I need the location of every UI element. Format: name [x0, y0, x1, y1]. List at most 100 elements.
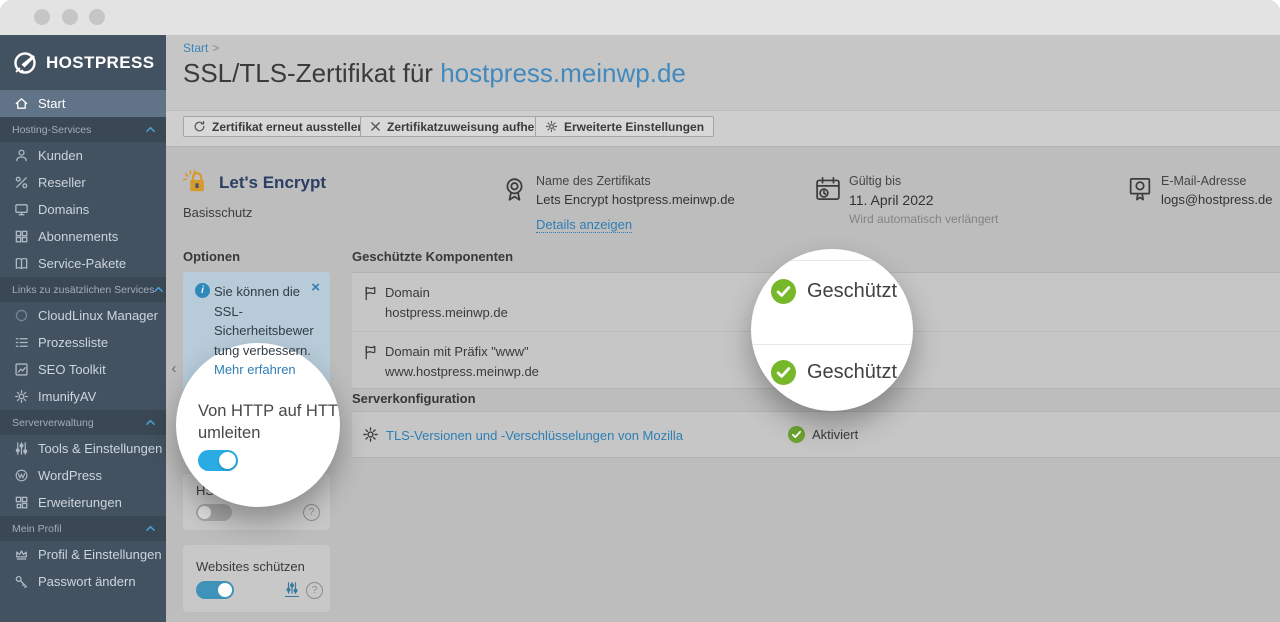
components-title: Geschützte Komponenten [352, 249, 513, 264]
sidebar-section-label: Serververwaltung [12, 417, 94, 429]
sidebar-item-start[interactable]: Start [0, 90, 166, 117]
button-label: Erweiterte Einstellungen [564, 120, 704, 134]
redirect-toggle-on[interactable] [198, 450, 238, 471]
window-control-dot-3[interactable] [89, 9, 105, 25]
chevron-up-icon [146, 126, 155, 133]
breadcrumb-link-start[interactable]: Start [183, 41, 208, 55]
validity-block: Gültig bis 11. April 2022 Wird automatis… [814, 174, 998, 226]
protect-websites-toggle-on[interactable] [196, 581, 234, 599]
page-title-text: SSL/TLS-Zertifikat für [183, 58, 440, 88]
sidebar-item-cloudlinux[interactable]: CloudLinux Manager [0, 302, 166, 329]
sidebar-item-reseller[interactable]: Reseller [0, 169, 166, 196]
sidebar-section-label: Links zu zusätzlichen Services [12, 284, 154, 296]
tls-status-text: Aktiviert [812, 427, 858, 442]
chart-icon [14, 362, 29, 377]
monitor-icon [14, 202, 29, 217]
hsts-toggle-off[interactable] [196, 504, 232, 521]
sidebar-item-label: Tools & Einstellungen [38, 441, 162, 456]
sidebar-section-mein-profil[interactable]: Mein Profil [0, 516, 166, 541]
app-window: HOSTPRESS Start Hosting-Services Kunden … [0, 0, 1280, 622]
auto-renew-note: Wird automatisch verlängert [849, 212, 998, 226]
status-text: Geschützt [807, 361, 897, 384]
percent-icon [14, 175, 29, 190]
protect-websites-card: Websites schützen ? [183, 545, 330, 612]
protect-websites-help-icon[interactable]: ? [306, 582, 323, 599]
server-config-row: TLS-Versionen und -Verschlüsselungen von… [352, 411, 1280, 458]
tls-settings-link[interactable]: TLS-Versionen und -Verschlüsselungen von… [386, 428, 683, 443]
sidebar-item-imunifyav[interactable]: ImunifyAV [0, 383, 166, 410]
sidebar-item-tools-einstellungen[interactable]: Tools & Einstellungen [0, 435, 166, 462]
sidebar-item-seo-toolkit[interactable]: SEO Toolkit [0, 356, 166, 383]
sidebar-item-prozessliste[interactable]: Prozessliste [0, 329, 166, 356]
chevron-up-icon [154, 286, 163, 293]
advanced-settings-button[interactable]: Erweiterte Einstellungen [535, 116, 714, 137]
sliders-icon [14, 441, 29, 456]
status-row-2: Geschützt [771, 360, 897, 385]
flag-icon [362, 285, 379, 302]
sidebar-item-label: Service-Pakete [38, 256, 126, 271]
check-circle-icon [771, 360, 796, 385]
user-icon [14, 148, 29, 163]
server-config-title: Serverkonfiguration [352, 391, 476, 406]
certificate-badge-icon [1126, 175, 1154, 203]
sidebar-item-abonnements[interactable]: Abonnements [0, 223, 166, 250]
logo-text: HOSTPRESS [46, 53, 154, 73]
cloudlinux-icon [14, 308, 29, 323]
breadcrumb-separator: > [212, 41, 219, 55]
sidebar-item-label: Erweiterungen [38, 495, 122, 510]
sidebar-item-passwort-aendern[interactable]: Passwort ändern [0, 568, 166, 595]
sidebar-item-wordpress[interactable]: WordPress [0, 462, 166, 489]
sidebar: HOSTPRESS Start Hosting-Services Kunden … [0, 35, 166, 622]
hsts-help-icon[interactable]: ? [303, 504, 320, 521]
info-icon: i [195, 283, 210, 298]
sidebar-item-profil-einstellungen[interactable]: Profil & Einstellungen [0, 541, 166, 568]
refresh-icon [193, 120, 206, 133]
sidebar-collapse-handle[interactable]: ‹ [166, 358, 182, 380]
rosette-icon [500, 175, 529, 204]
certificate-plan: Basisschutz [183, 205, 252, 220]
window-control-dot-1[interactable] [34, 9, 50, 25]
sidebar-section-serververwaltung[interactable]: Serververwaltung [0, 410, 166, 435]
email-label: E-Mail-Adresse [1161, 174, 1272, 188]
component-label: Domain [385, 285, 430, 300]
sidebar-item-service-pakete[interactable]: Service-Pakete [0, 250, 166, 277]
lets-encrypt-brand: Let's Encrypt [183, 169, 326, 196]
sidebar-item-label: Profil & Einstellungen [38, 547, 162, 562]
gear-icon [545, 120, 558, 133]
valid-until-label: Gültig bis [849, 174, 998, 188]
learn-more-link[interactable]: Mehr erfahren [214, 362, 296, 377]
check-circle-icon [788, 426, 805, 443]
status-text: Geschützt [807, 280, 897, 303]
sidebar-item-label: ImunifyAV [38, 389, 96, 404]
sidebar-item-label: Abonnements [38, 229, 118, 244]
configure-sliders-icon[interactable] [285, 581, 299, 597]
window-control-dot-2[interactable] [62, 9, 78, 25]
details-link[interactable]: Details anzeigen [536, 217, 632, 233]
sidebar-section-hosting-services[interactable]: Hosting-Services [0, 117, 166, 142]
crown-icon [14, 547, 29, 562]
component-value: hostpress.meinwp.de [385, 305, 508, 320]
sidebar-item-label: Reseller [38, 175, 86, 190]
grid-icon [14, 229, 29, 244]
hostpress-logo[interactable]: HOSTPRESS [0, 35, 166, 90]
redirect-label: Von HTTP auf HTTPS umleiten [198, 400, 340, 444]
protect-websites-label: Websites schützen [196, 559, 305, 574]
options-title: Optionen [183, 249, 240, 264]
reissue-certificate-button[interactable]: Zertifikat erneut ausstellen [183, 116, 375, 137]
list-icon [14, 335, 29, 350]
certificate-name-label: Name des Zertifikats [536, 174, 735, 188]
calendar-clock-icon [814, 175, 842, 203]
breadcrumb: Start > [183, 41, 219, 55]
sidebar-section-links-services[interactable]: Links zu zusätzlichen Services [0, 277, 166, 302]
chevron-up-icon [146, 419, 155, 426]
sidebar-item-domains[interactable]: Domains [0, 196, 166, 223]
sidebar-item-erweiterungen[interactable]: Erweiterungen [0, 489, 166, 516]
page-title-domain: hostpress.meinwp.de [440, 58, 686, 88]
rocket-logo-icon [12, 50, 38, 76]
gear-icon [362, 426, 379, 443]
sidebar-item-kunden[interactable]: Kunden [0, 142, 166, 169]
sidebar-item-label: Prozessliste [38, 335, 108, 350]
certificate-name-block: Name des Zertifikats Lets Encrypt hostpr… [500, 174, 735, 234]
flag-icon [362, 344, 379, 361]
button-label: Zertifikatzuweisung aufheben [387, 120, 556, 134]
